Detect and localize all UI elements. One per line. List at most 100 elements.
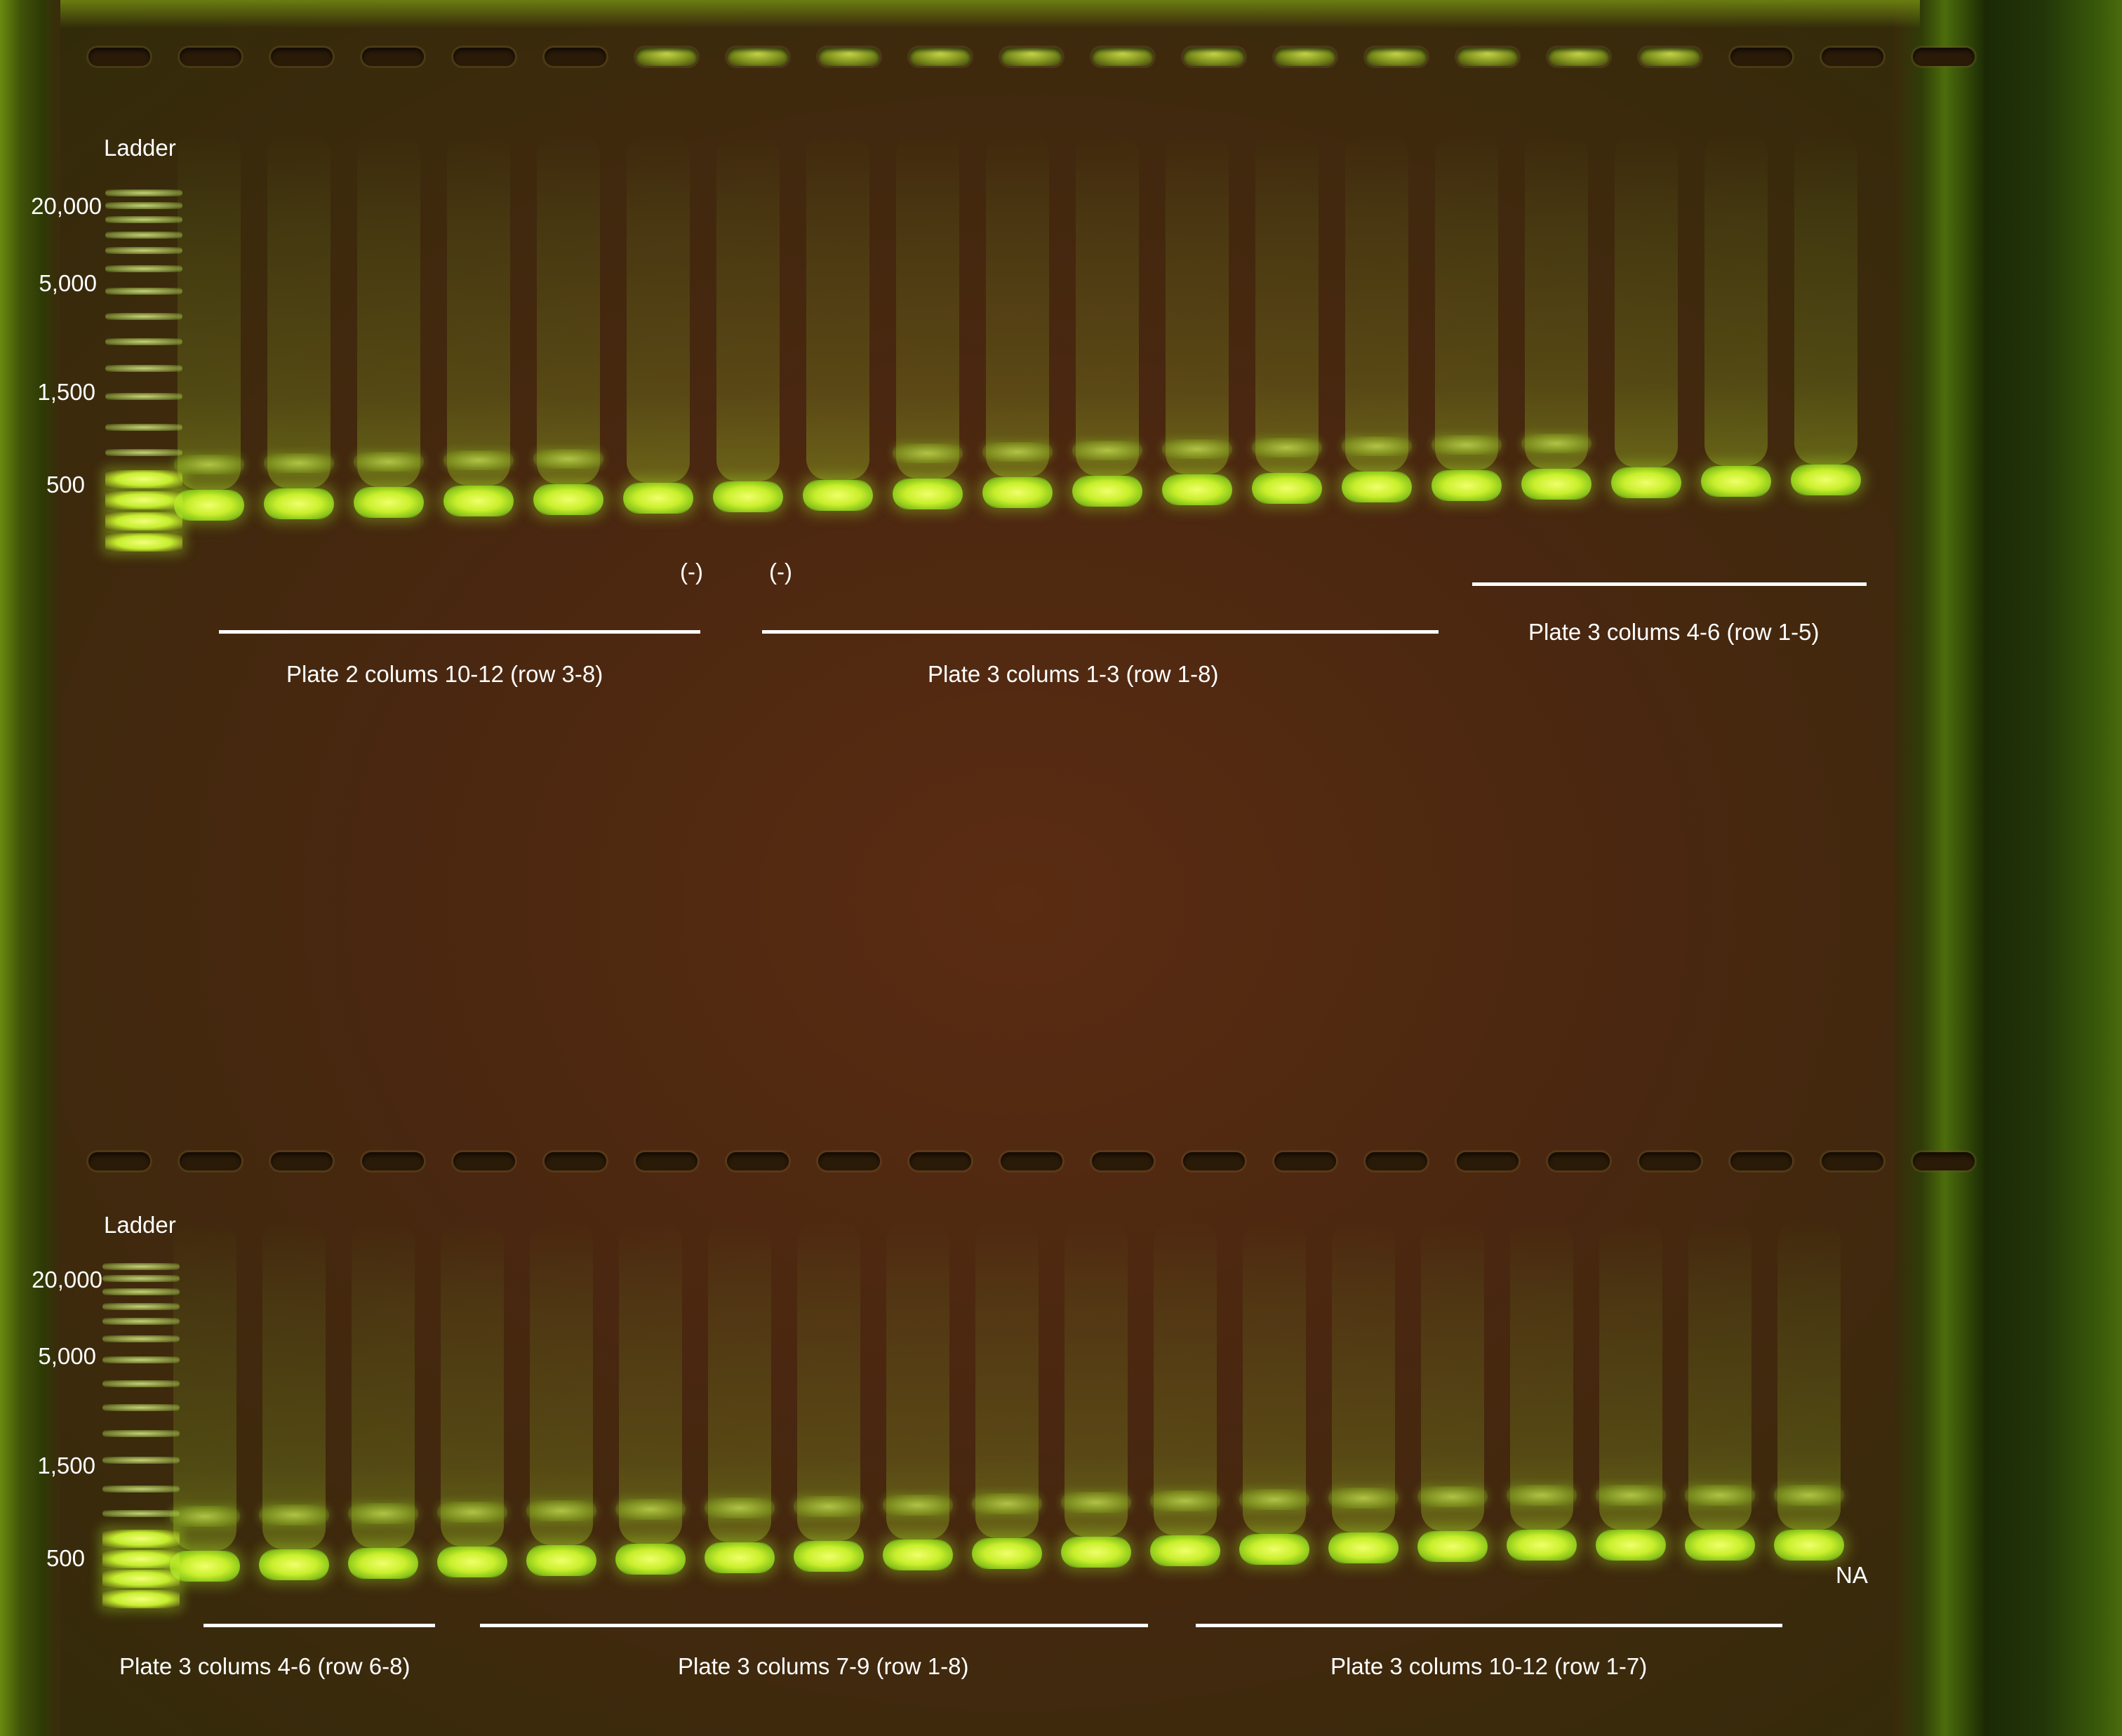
bottom-lane-smear (1777, 1221, 1841, 1530)
bottom-lane-band (615, 1544, 686, 1575)
top-well (180, 48, 241, 66)
ladder-band (102, 1288, 180, 1295)
top-group-label-right: Plate 3 colums 4-6 (row 1-5) (1528, 619, 1820, 645)
top-lane-smear (627, 133, 690, 483)
bottom-group-rule-left (203, 1624, 435, 1627)
top-lane-band (443, 486, 514, 516)
bottom-lane-band (526, 1545, 596, 1576)
bottom-lane-band (437, 1547, 507, 1577)
ladder-band (105, 189, 182, 196)
top-well (1366, 48, 1427, 66)
top-well (271, 48, 333, 66)
top-lane-band (174, 490, 244, 521)
bottom-lane-band (1417, 1531, 1488, 1562)
bottom-marker-500: 500 (46, 1545, 85, 1571)
ladder-band (105, 512, 182, 530)
bottom-well (362, 1152, 424, 1170)
ladder-band (105, 288, 182, 295)
top-lane-smear (1704, 133, 1768, 466)
ladder-band (105, 202, 182, 209)
bottom-lane-band (794, 1541, 864, 1572)
bottom-lane-smear (886, 1221, 949, 1540)
bottom-lane-band (1150, 1535, 1220, 1566)
top-lane-band (623, 483, 693, 514)
bottom-lane-smear (1243, 1221, 1306, 1534)
ladder-band (102, 1430, 180, 1437)
top-well (1183, 48, 1245, 66)
top-lane-band (1072, 476, 1142, 507)
bottom-lane-band (259, 1549, 329, 1580)
top-lane-smear (1345, 133, 1408, 472)
ladder-band (105, 393, 182, 400)
top-well (1092, 48, 1154, 66)
top-well (453, 48, 515, 66)
bottom-well (727, 1152, 789, 1170)
bottom-well (453, 1152, 515, 1170)
top-group-rule-right (1472, 582, 1867, 586)
bottom-group-label-middle: Plate 3 colums 7-9 (row 1-8) (678, 1653, 969, 1679)
top-well (88, 48, 150, 66)
top-lane-smear (1794, 133, 1857, 465)
top-well (1274, 48, 1336, 66)
bottom-lane-smear (1599, 1221, 1662, 1530)
bottom-well (636, 1152, 698, 1170)
bottom-lane-upper-band (1328, 1488, 1399, 1509)
ladder-band (102, 1318, 180, 1325)
bottom-well (271, 1152, 333, 1170)
bottom-lane-upper-band (1239, 1489, 1309, 1510)
bottom-lane-upper-band (1417, 1486, 1488, 1507)
bottom-well (180, 1152, 241, 1170)
bottom-lane-smear (708, 1221, 771, 1542)
bottom-lane-smear (1421, 1221, 1484, 1531)
top-lane-band (1342, 472, 1412, 502)
top-marker-5000: 5,000 (39, 270, 97, 296)
ladder-band (105, 313, 182, 320)
top-well (362, 48, 424, 66)
gel-right-edge (1895, 0, 2122, 1736)
top-lane-band (533, 484, 603, 515)
ladder-band (102, 1380, 180, 1387)
negative-control-label-right: (-) (769, 559, 792, 585)
bottom-lane-smear (441, 1221, 504, 1547)
bottom-well (88, 1152, 150, 1170)
bottom-lane-band (1507, 1530, 1577, 1561)
ladder-band (105, 365, 182, 372)
top-lane-upper-band (1521, 434, 1592, 453)
bottom-well (1001, 1152, 1062, 1170)
bottom-group-rule-right (1196, 1624, 1782, 1627)
bottom-lane-upper-band (705, 1497, 775, 1518)
top-lane-band (1701, 466, 1771, 497)
bottom-lane-upper-band (1061, 1492, 1131, 1513)
top-lane-band (1162, 474, 1232, 505)
top-well (1001, 48, 1062, 66)
top-lane-smear (806, 133, 869, 480)
bottom-lane-band (1685, 1530, 1755, 1561)
bottom-well (1822, 1152, 1883, 1170)
ladder-band (102, 1570, 180, 1588)
ladder-band (102, 1303, 180, 1310)
top-well (1913, 48, 1975, 66)
top-ladder-label: Ladder (104, 135, 176, 161)
bottom-well (1183, 1152, 1245, 1170)
top-lane-band (893, 479, 963, 509)
bottom-lane-upper-band (1150, 1490, 1220, 1511)
bottom-group-rule-middle (480, 1624, 1148, 1627)
bottom-well (1913, 1152, 1975, 1170)
bottom-lane-upper-band (437, 1502, 507, 1523)
top-lane-upper-band (893, 443, 963, 463)
ladder-band (102, 1550, 180, 1568)
top-well (1730, 48, 1792, 66)
bottom-lane-upper-band (615, 1499, 686, 1520)
bottom-lane-upper-band (1685, 1485, 1755, 1506)
bottom-well (818, 1152, 880, 1170)
top-lane-smear (716, 133, 780, 481)
bottom-marker-5000: 5,000 (38, 1343, 96, 1369)
top-well (1457, 48, 1519, 66)
top-lane-smear (896, 133, 959, 479)
top-lane-upper-band (443, 450, 514, 470)
top-lane-smear (1166, 133, 1229, 474)
bottom-lane-band (348, 1548, 418, 1579)
ladder-band (105, 338, 182, 345)
bottom-group-label-left: Plate 3 colums 4-6 (row 6-8) (119, 1653, 411, 1679)
top-well (818, 48, 880, 66)
